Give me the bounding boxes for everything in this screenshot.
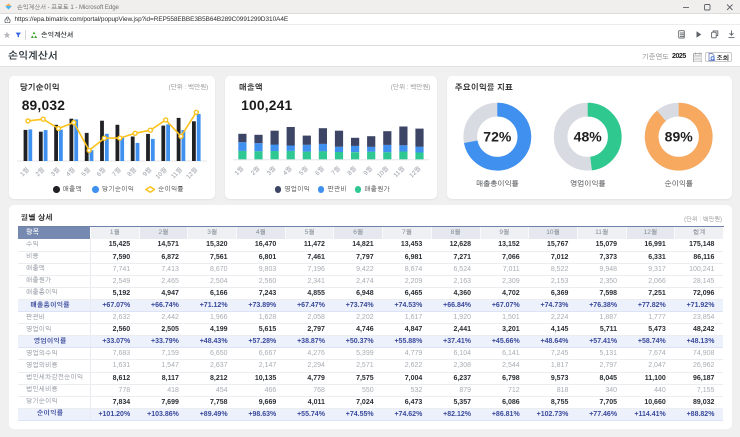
- svg-text:11월: 11월: [392, 164, 407, 179]
- svg-text:매출총이익률: 매출총이익률: [476, 179, 519, 188]
- svg-text:1월: 1월: [18, 165, 30, 177]
- svg-text:5월: 5월: [297, 164, 309, 176]
- svg-text:48%: 48%: [574, 128, 603, 144]
- svg-text:8월: 8월: [125, 165, 137, 177]
- svg-text:72%: 72%: [484, 128, 513, 144]
- svg-text:12월: 12월: [407, 164, 422, 179]
- svg-text:7월: 7월: [329, 164, 341, 176]
- svg-text:7월: 7월: [110, 165, 122, 177]
- svg-text:3월: 3월: [49, 165, 61, 177]
- svg-text:11월: 11월: [169, 165, 184, 180]
- svg-text:10월: 10월: [153, 165, 168, 180]
- svg-text:영업이익률: 영업이익률: [570, 179, 606, 188]
- svg-text:1월: 1월: [233, 164, 245, 176]
- svg-text:6월: 6월: [95, 165, 107, 177]
- svg-text:89%: 89%: [665, 128, 694, 144]
- svg-text:4월: 4월: [281, 164, 293, 176]
- svg-text:9월: 9월: [361, 164, 373, 176]
- svg-text:3월: 3월: [265, 164, 277, 176]
- svg-text:8월: 8월: [345, 164, 357, 176]
- svg-text:10월: 10월: [375, 164, 390, 179]
- svg-text:6월: 6월: [313, 164, 325, 176]
- svg-text:9월: 9월: [141, 165, 153, 177]
- svg-text:2월: 2월: [33, 165, 45, 177]
- svg-text:12월: 12월: [184, 165, 199, 180]
- svg-text:5월: 5월: [79, 165, 91, 177]
- svg-text:2월: 2월: [249, 164, 261, 176]
- svg-text:순이익률: 순이익률: [665, 179, 693, 188]
- svg-text:4월: 4월: [64, 165, 76, 177]
